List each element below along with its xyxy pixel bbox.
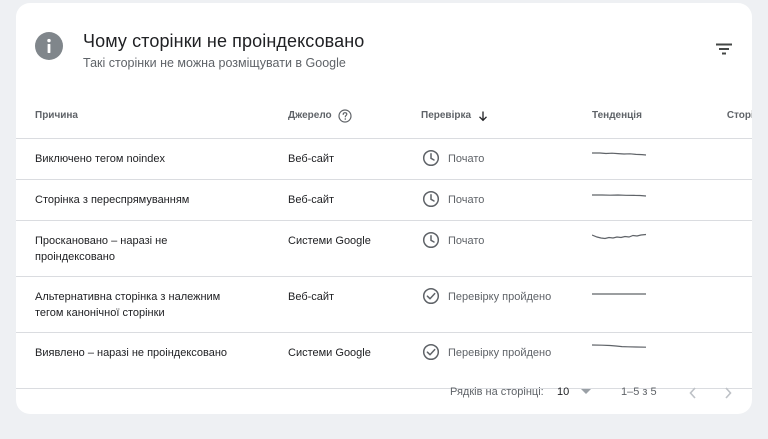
check-circle-icon xyxy=(422,343,440,361)
table-pagination: Рядків на сторінці: 10 1–5 з 5 xyxy=(16,372,752,414)
chevron-left-icon xyxy=(689,387,696,399)
column-header-pages[interactable]: Сторінки xyxy=(696,93,752,139)
card-subtitle: Такі сторінки не можна розміщувати в Goo… xyxy=(83,56,346,70)
row-reason: Проскановано – наразі не проіндексовано xyxy=(35,235,168,263)
row-status: Почато xyxy=(448,235,485,247)
column-header-validation[interactable]: Перевірка xyxy=(421,93,592,139)
column-header-trend-label: Тенденція xyxy=(592,110,642,121)
filter-button[interactable] xyxy=(708,33,740,65)
help-icon[interactable] xyxy=(338,108,352,123)
page-range-label: 1–5 з 5 xyxy=(621,386,657,398)
reasons-table: Причина Джерело Перевірка Тенденція Стор… xyxy=(16,93,752,389)
trend-sparkline xyxy=(592,233,647,240)
row-status: Перевірку пройдено xyxy=(448,291,552,303)
table-header-row: Причина Джерело Перевірка Тенденція Стор xyxy=(16,93,752,139)
column-header-source-label: Джерело xyxy=(288,110,332,121)
row-source: Веб-сайт xyxy=(288,194,335,206)
next-page-button[interactable] xyxy=(716,381,740,405)
table-row[interactable]: Виключено тегом noindex Веб-сайт Почато … xyxy=(16,138,752,180)
row-status: Почато xyxy=(448,194,485,206)
trend-sparkline xyxy=(592,152,647,156)
sort-arrow-down-icon xyxy=(479,111,487,121)
column-header-validation-label: Перевірка xyxy=(421,110,472,121)
column-header-pages-label: Сторінки xyxy=(726,110,752,121)
clock-icon xyxy=(422,149,440,167)
row-source: Системи Google xyxy=(288,347,371,359)
trend-sparkline xyxy=(592,194,647,197)
rows-per-page-select[interactable]: 10 xyxy=(557,380,597,404)
column-header-reason-label: Причина xyxy=(35,110,78,121)
trend-sparkline xyxy=(592,344,647,348)
card-title: Чому сторінки не проіндексовано xyxy=(83,31,365,51)
row-reason: Виявлено – наразі не проіндексовано xyxy=(35,347,228,359)
row-reason: Виключено тегом noindex xyxy=(35,153,166,165)
row-reason: Сторінка з переспрямуванням xyxy=(35,194,190,206)
rows-per-page-label: Рядків на сторінці: xyxy=(450,386,544,398)
trend-sparkline xyxy=(592,293,646,295)
row-status: Перевірку пройдено xyxy=(448,347,552,359)
row-reason: Альтернативна сторінка з належним тегом … xyxy=(35,291,221,319)
row-source: Веб-сайт xyxy=(288,291,335,303)
clock-icon xyxy=(422,231,440,249)
clock-icon xyxy=(422,190,440,208)
info-icon xyxy=(35,32,63,60)
chevron-right-icon xyxy=(725,387,732,399)
filter-icon xyxy=(716,43,732,55)
table-row[interactable]: Альтернативна сторінка з належним тегом … xyxy=(16,276,752,333)
check-circle-icon xyxy=(422,287,440,305)
column-header-reason[interactable]: Причина xyxy=(16,93,288,139)
rows-per-page-value: 10 xyxy=(557,386,570,398)
previous-page-button[interactable] xyxy=(681,381,705,405)
table-row[interactable]: Проскановано – наразі не проіндексовано … xyxy=(16,220,752,277)
row-status: Почато xyxy=(448,153,485,165)
non-indexed-reasons-card: Чому сторінки не проіндексовано Такі сто… xyxy=(16,3,752,414)
row-source: Веб-сайт xyxy=(288,153,335,165)
dropdown-arrow-icon xyxy=(581,389,592,394)
row-source: Системи Google xyxy=(288,235,371,247)
column-header-trend[interactable]: Тенденція xyxy=(592,93,696,139)
column-header-source[interactable]: Джерело xyxy=(288,93,421,139)
table-row[interactable]: Сторінка з переспрямуванням Веб-сайт Поч… xyxy=(16,179,752,221)
card-header: Чому сторінки не проіндексовано Такі сто… xyxy=(16,3,752,93)
